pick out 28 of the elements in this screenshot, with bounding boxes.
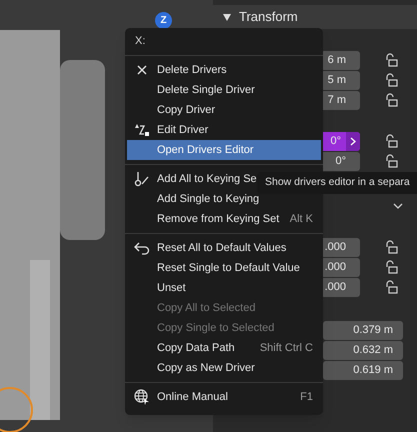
tooltip: Show drivers editor in a separa xyxy=(257,172,417,194)
globe-icon xyxy=(134,389,150,405)
panel-title: Transform xyxy=(239,8,298,26)
delete-icon xyxy=(136,64,148,76)
unlocked-padlock-icon[interactable] xyxy=(384,260,398,274)
shortcut-label: Shift Ctrl C xyxy=(260,340,314,356)
menu-item[interactable]: Open Drivers Editor xyxy=(127,140,321,160)
value-field[interactable]: 0.379 m xyxy=(323,321,403,340)
driver-icon xyxy=(134,123,150,137)
menu-title: X: xyxy=(135,34,146,50)
shortcut-label: Alt K xyxy=(290,212,314,227)
keying-set-icon xyxy=(134,171,150,187)
undo-arrow-icon xyxy=(134,241,150,255)
unlocked-padlock-icon[interactable] xyxy=(384,53,398,67)
unlocked-padlock-icon[interactable] xyxy=(384,154,398,168)
chevron-down-icon[interactable] xyxy=(393,203,403,209)
value-field[interactable]: 0.619 m xyxy=(323,361,403,380)
collapse-triangle-icon[interactable] xyxy=(223,14,231,20)
unlocked-padlock-icon[interactable] xyxy=(384,93,398,107)
z-axis-gizmo[interactable]: Z xyxy=(155,12,172,29)
shortcut-label: F1 xyxy=(300,390,314,405)
unlocked-padlock-icon[interactable] xyxy=(384,134,398,148)
panel-header[interactable]: Transform xyxy=(213,5,417,29)
chevron-right-icon[interactable] xyxy=(346,132,360,150)
value-field[interactable]: 0.632 m xyxy=(323,341,403,360)
unlocked-padlock-icon[interactable] xyxy=(384,280,398,294)
unlocked-padlock-icon[interactable] xyxy=(384,73,398,87)
unlocked-padlock-icon[interactable] xyxy=(384,240,398,254)
